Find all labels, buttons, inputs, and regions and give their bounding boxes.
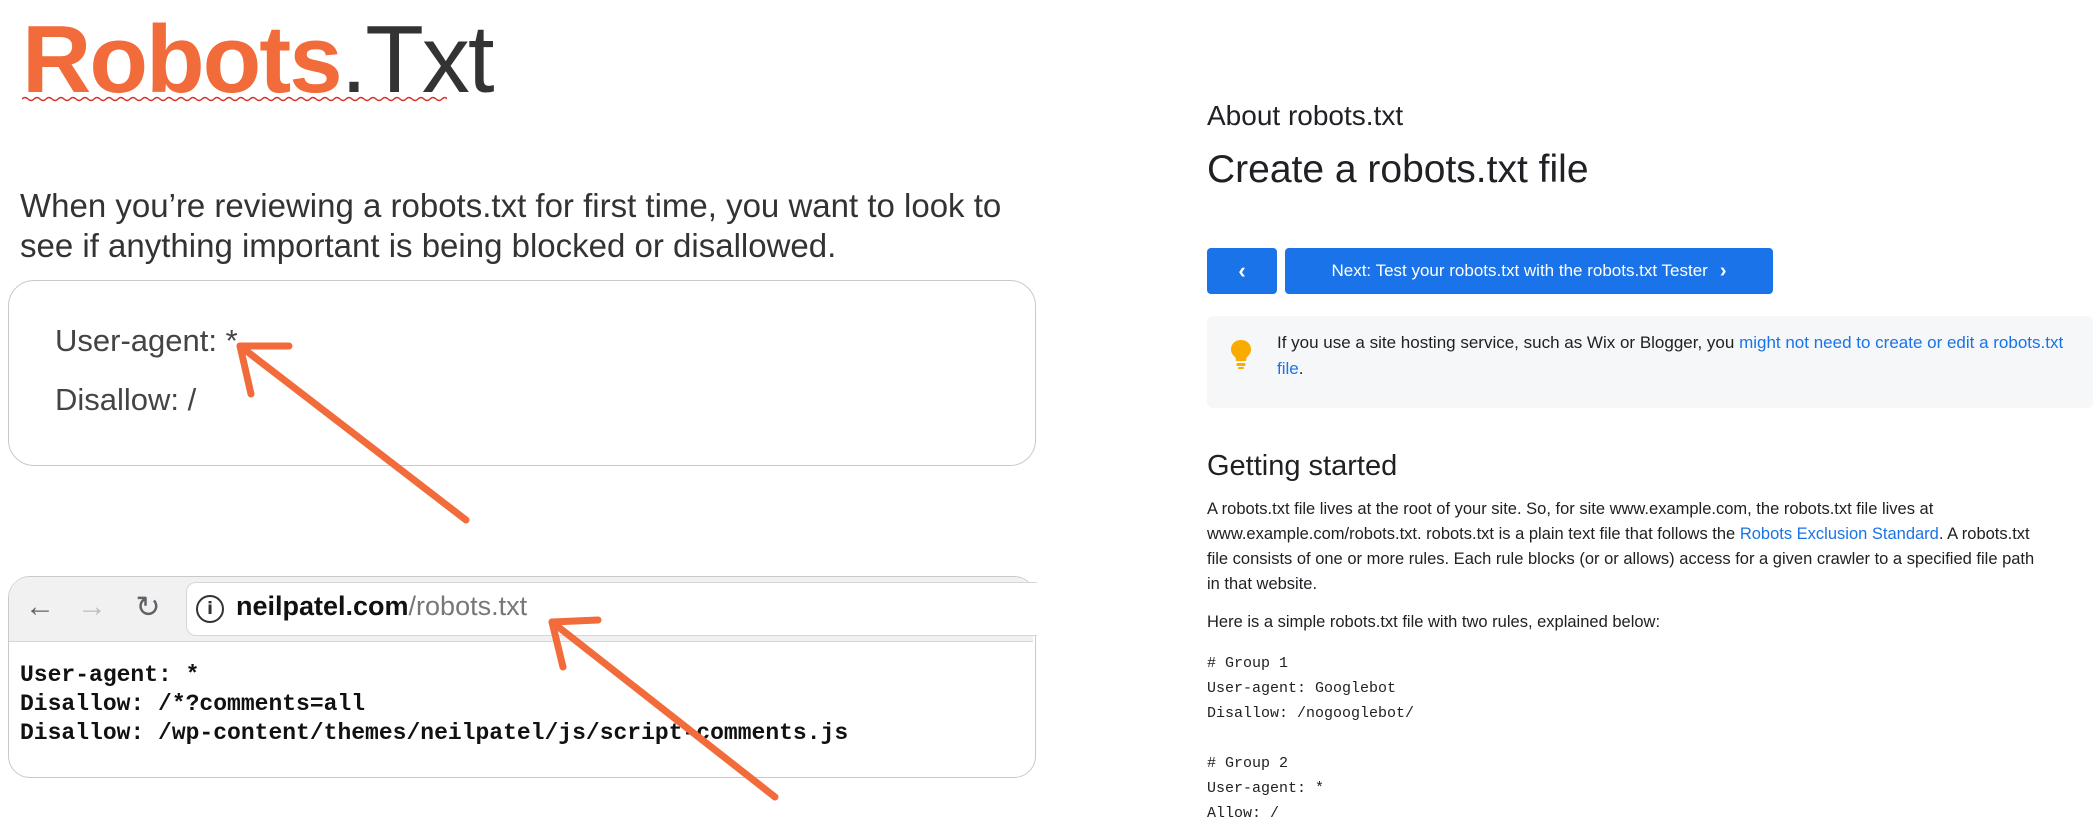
browser-content-line: User-agent: *: [20, 662, 200, 688]
code-line: # Group 2: [1207, 755, 1289, 772]
slide-title: Robots.Txt: [22, 12, 495, 108]
spellcheck-underline: [22, 96, 447, 102]
intro-text: When you’re reviewing a robots.txt for f…: [20, 187, 1002, 264]
forward-arrow-icon[interactable]: →: [72, 590, 112, 624]
robots-example-card: [8, 280, 1036, 466]
previous-button[interactable]: ‹: [1207, 248, 1277, 294]
next-button[interactable]: Next: Test your robots.txt with the robo…: [1285, 248, 1773, 294]
code-line: Allow: /: [1207, 805, 1280, 822]
browser-content-line: Disallow: /wp-content/themes/neilpatel/j…: [20, 720, 849, 746]
card-line-disallow: Disallow: /: [55, 382, 197, 417]
browser-content-line: Disallow: /*?comments=all: [20, 691, 366, 717]
tip-text: If you use a site hosting service, such …: [1277, 333, 2064, 378]
section-title: Getting started: [1207, 450, 1398, 482]
lightbulb-icon: [1231, 340, 1251, 369]
reload-icon[interactable]: ↻: [128, 590, 168, 625]
chevron-left-icon: ‹: [1238, 258, 1246, 283]
chevron-right-icon: ›: [1719, 259, 1727, 282]
info-icon[interactable]: i: [196, 595, 224, 623]
page-title: Create a robots.txt file: [1207, 148, 1589, 191]
next-button-label: Next: Test your robots.txt with the robo…: [1331, 261, 1708, 280]
breadcrumb[interactable]: About robots.txt: [1207, 100, 1403, 132]
code-line: User-agent: Googlebot: [1207, 680, 1397, 697]
back-arrow-icon[interactable]: ←: [20, 590, 60, 624]
address-url[interactable]: neilpatel.com/robots.txt: [236, 591, 527, 622]
example-intro: Here is a simple robots.txt file with tw…: [1207, 613, 1661, 631]
robots-exclusion-standard-link[interactable]: Robots Exclusion Standard: [1740, 525, 1939, 543]
url-path: /robots.txt: [408, 591, 528, 621]
url-domain: neilpatel.com: [236, 591, 409, 621]
getting-started-paragraph: A robots.txt file lives at the root of y…: [1207, 500, 2035, 593]
code-line: # Group 1: [1207, 655, 1289, 672]
code-line: User-agent: *: [1207, 780, 1325, 797]
code-line: Disallow: /nogooglebot/: [1207, 705, 1415, 722]
card-line-user-agent: User-agent: *: [55, 323, 238, 358]
